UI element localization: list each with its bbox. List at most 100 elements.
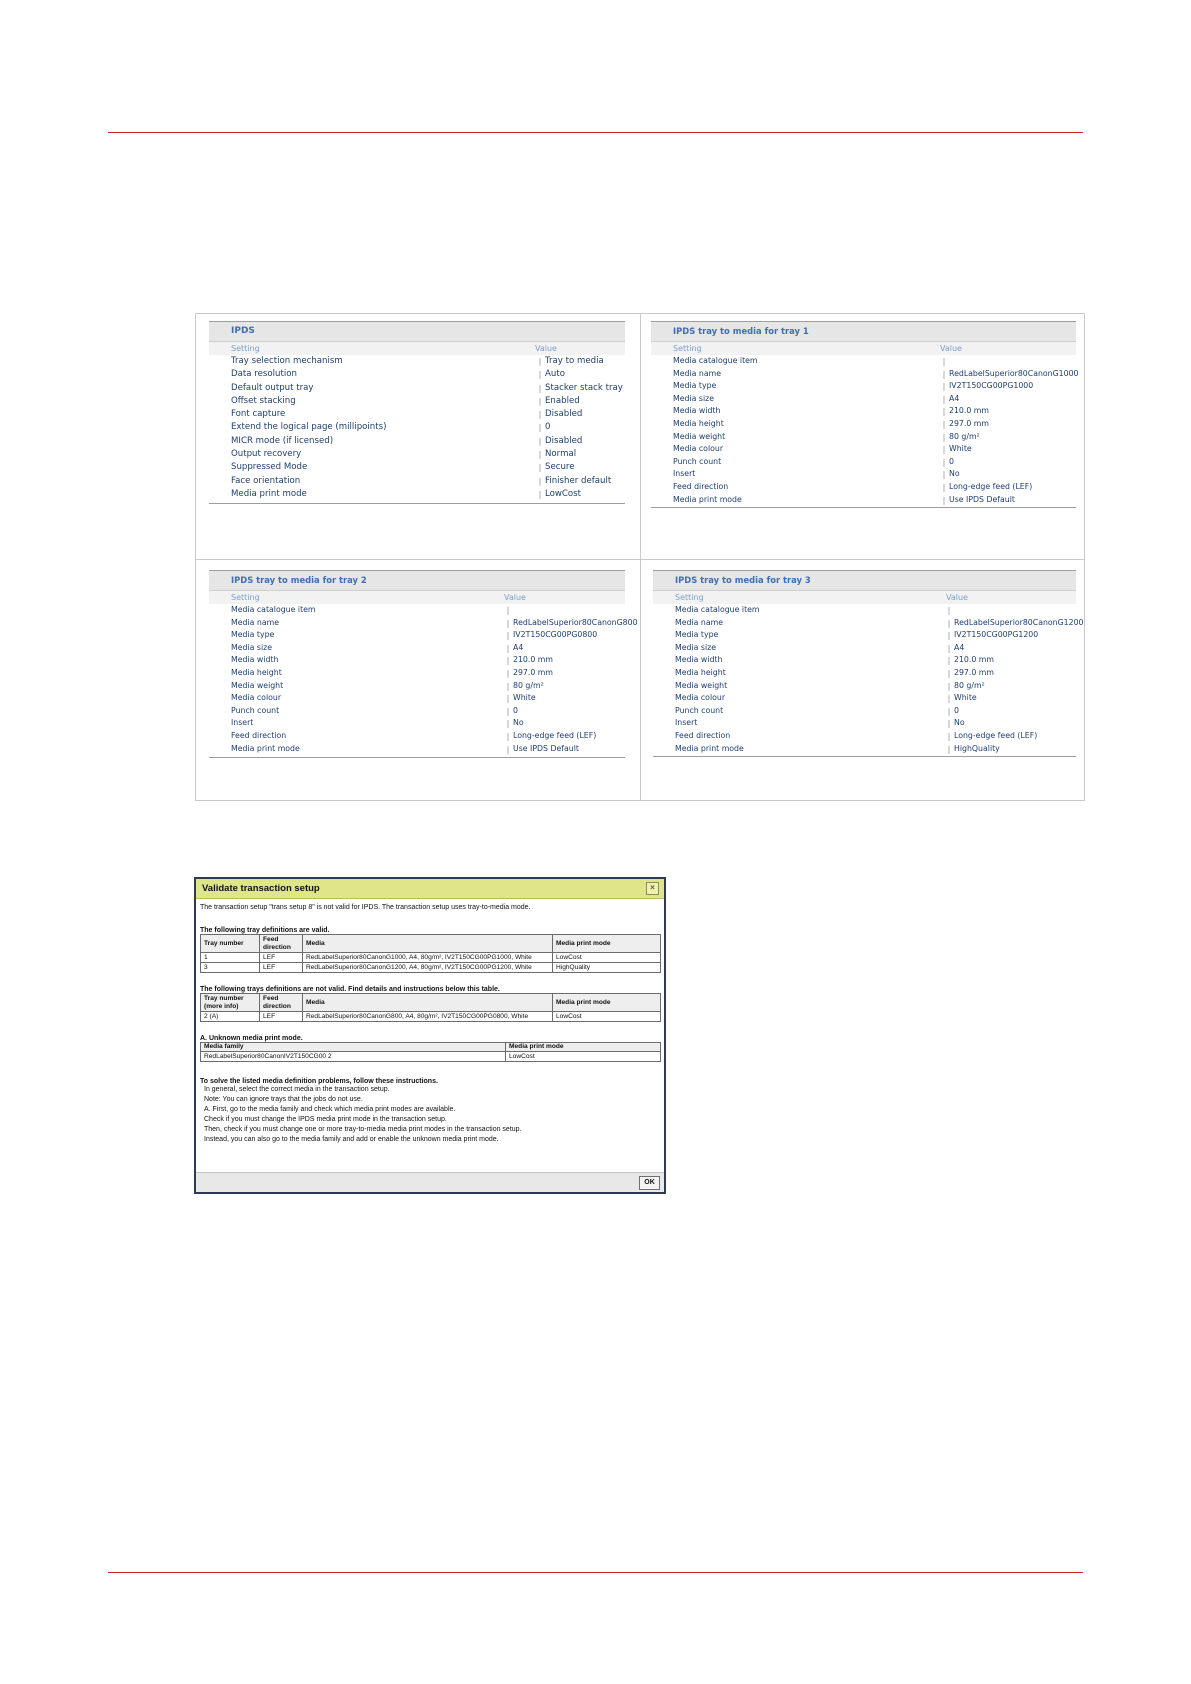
table-row: 2 (A) LEF RedLabelSuperior80CanonG800, A4,… (200, 1011, 661, 1022)
cell-tray: 3 (200, 962, 260, 973)
panel-title: IPDS (209, 321, 625, 342)
setting-value: A4 (942, 393, 959, 406)
setting-row: Punch count 0 (209, 705, 625, 718)
setting-name: Media width (231, 655, 279, 665)
setting-value: Enabled (539, 395, 580, 408)
setting-value: 210.0 mm (943, 405, 989, 418)
setting-value: Finisher default (538, 475, 611, 488)
setting-row: Data resolution Auto (209, 368, 625, 381)
setting-name: Media colour (675, 693, 726, 703)
value-header: Value (946, 593, 968, 602)
cell-mode: HighQuality (552, 962, 661, 973)
setting-name: Font capture (231, 409, 286, 420)
setting-row: Media type IV2T150CG00PG0800 (209, 629, 625, 642)
setting-name: Media height (675, 667, 726, 677)
dialog-title: Validate transaction setup (202, 883, 320, 894)
setting-row: Font capture Disabled (209, 408, 625, 421)
setting-name: Media catalogue item (673, 356, 758, 365)
grid-divider-horizontal (196, 559, 1084, 560)
setting-name: Media colour (673, 444, 724, 454)
setting-row: Suppressed Mode Secure (209, 461, 625, 474)
setting-value: White (943, 443, 972, 456)
setting-value: A4 (947, 642, 964, 655)
panel-end-line (209, 503, 625, 505)
setting-value: 210.0 mm (948, 654, 994, 667)
setting-name: Punch count (673, 456, 722, 466)
setting-value: No (943, 468, 960, 481)
valid-rows: 1 LEF RedLabelSuperior80CanonG1000, A4, 80… (200, 952, 661, 973)
setting-row: Offset stacking Enabled (209, 395, 625, 408)
instruction-line: Note: You can ignore trays that the jobs… (204, 1096, 363, 1103)
table-row: 3 LEF RedLabelSuperior80CanonG1200, A4, 80… (200, 962, 661, 973)
setting-name: Feed direction (231, 730, 287, 740)
cell-mode: LowCost (552, 1011, 661, 1022)
setting-name: Feed direction (675, 730, 731, 740)
setting-value: No (948, 717, 965, 730)
setting-row: Media height 297.0 mm (209, 667, 625, 680)
ipds-settings-panel: IPDS Setting Value Tray selection mechan… (209, 321, 625, 505)
close-icon[interactable]: × (646, 882, 659, 895)
instruction-line: In general, select the correct media in … (204, 1086, 390, 1093)
setting-header: Setting (675, 593, 704, 602)
setting-value: LowCost (538, 488, 581, 501)
setting-row: Media width 210.0 mm (653, 654, 1076, 667)
setting-value: 297.0 mm (507, 667, 553, 680)
setting-value: No (507, 717, 524, 730)
col-tray-number: Tray number (more info) (200, 993, 260, 1012)
panel-header-row: Setting Value (209, 342, 625, 355)
panel-end-line (209, 757, 625, 759)
cell-feed: LEF (259, 952, 303, 963)
setting-value: Disabled (538, 435, 582, 448)
dialog-title-bar: Validate transaction setup × (196, 879, 664, 899)
col-tray-number: Tray number (200, 934, 260, 953)
setting-row: Extend the logical page (millipoints) 0 (209, 421, 625, 434)
setting-name: Media colour (231, 693, 282, 703)
setting-row: Media type IV2T150CG00PG1200 (653, 629, 1076, 642)
setting-value: RedLabelSuperior80CanonG1000 (943, 368, 1079, 381)
setting-row: Media width 210.0 mm (209, 654, 625, 667)
table-row: 1 LEF RedLabelSuperior80CanonG1000, A4, 80… (200, 952, 661, 963)
setting-name: Punch count (231, 705, 280, 715)
setting-name: Insert (231, 718, 254, 728)
cell-mode: LowCost (552, 952, 661, 963)
setting-value: Use IPDS Default (507, 743, 579, 756)
invalid-rows: 2 (A) LEF RedLabelSuperior80CanonG800, A4,… (200, 1011, 661, 1022)
setting-row: Media print mode LowCost (209, 488, 625, 501)
panel-title: IPDS tray to media for tray 2 (209, 570, 625, 591)
setting-row: Feed direction Long-edge feed (LEF) (209, 730, 625, 743)
setting-row: Media print mode Use IPDS Default (651, 494, 1076, 507)
cell-family: RedLabelSuperior80CanonIV2T150CG00 2 (200, 1051, 506, 1062)
instruction-line: Instead, you can also go to the media fa… (204, 1136, 499, 1143)
setting-row: Feed direction Long-edge feed (LEF) (651, 481, 1076, 494)
setting-name: Media height (673, 418, 724, 428)
setting-header: Setting (231, 593, 260, 602)
setting-name: Data resolution (231, 369, 297, 380)
setting-name: Media print mode (231, 743, 300, 753)
setting-row: Media weight 80 g/m² (209, 680, 625, 693)
setting-name: Media name (675, 617, 724, 627)
cell-mode: LowCost (505, 1051, 661, 1062)
instruction-line: A. First, go to the media family and che… (204, 1106, 456, 1113)
col-media-print-mode: Media print mode (552, 934, 661, 953)
header-rule (108, 132, 1083, 133)
setting-value: RedLabelSuperior80CanonG1200 (948, 617, 1084, 630)
setting-name: Extend the logical page (millipoints) (231, 422, 387, 433)
col-media: Media (302, 934, 553, 953)
setting-value: Stacker stack tray (539, 382, 623, 395)
value-header: Value (504, 593, 526, 602)
dialog-intro: The transaction setup "trans setup 8" is… (200, 904, 531, 911)
setting-name: Media size (673, 393, 715, 403)
panel-header-row: Setting Value (653, 591, 1076, 604)
setting-value: 0 (507, 705, 518, 718)
setting-row: Punch count 0 (653, 705, 1076, 718)
ok-button[interactable]: OK (639, 1176, 660, 1190)
setting-value: IV2T150CG00PG1200 (947, 629, 1038, 642)
invalid-heading: The following trays definitions are not … (200, 986, 500, 993)
valid-trays-table: Tray number Feed direction Media Media p… (200, 934, 661, 973)
setting-row: Media print mode HighQuality (653, 743, 1076, 756)
setting-name: Punch count (675, 705, 724, 715)
dialog-body: The transaction setup "trans setup 8" is… (200, 901, 661, 1145)
value-header: Value (940, 344, 962, 353)
setting-name: Media catalogue item (675, 605, 760, 614)
table-header-row: Tray number Feed direction Media Media p… (200, 934, 661, 953)
